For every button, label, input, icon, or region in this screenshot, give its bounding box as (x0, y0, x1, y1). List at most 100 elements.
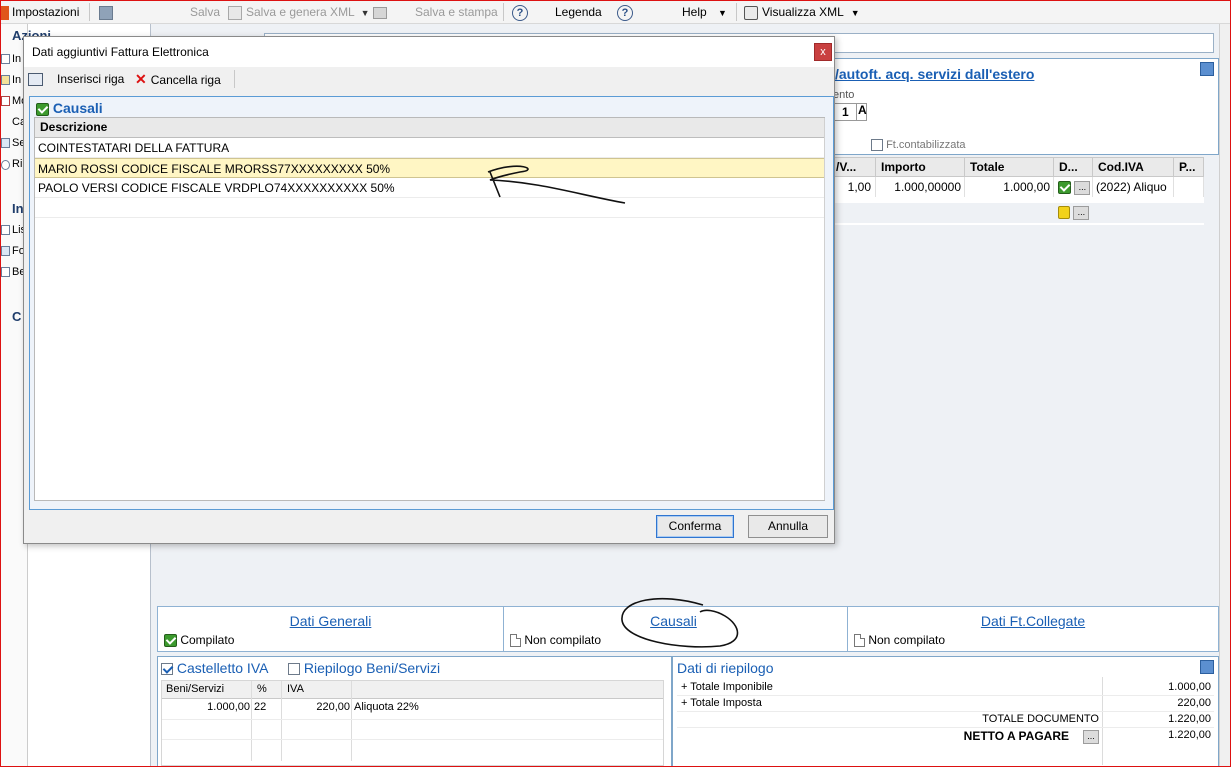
document-icon (854, 634, 865, 648)
row-divider (162, 739, 663, 740)
column-divider (351, 681, 352, 761)
column-header[interactable]: P... (1173, 157, 1204, 177)
causali-heading: Causali (36, 100, 103, 116)
tab-dati-ft-collegate[interactable]: Dati Ft.Collegate Non compilato (847, 606, 1219, 652)
tab-causali[interactable]: Causali Non compilato (503, 606, 848, 652)
riepilogo-beni-tab[interactable]: Riepilogo Beni/Servizi (288, 660, 440, 676)
column-header[interactable]: D... (1053, 157, 1093, 177)
iva-cell: 220,00 (316, 701, 350, 713)
causale-row[interactable]: PAOLO VERSI CODICE FISCALE VRDPLO74XXXXX… (35, 178, 824, 198)
conferma-button[interactable]: Conferma (656, 515, 734, 538)
salva-button[interactable]: Salva (190, 0, 220, 24)
impostazioni-label: Impostazioni (12, 5, 80, 19)
main-toolbar: Impostazioni Salva Salva e genera XML ▼ … (0, 0, 1231, 24)
beni-cell: 1.000,00 (207, 701, 250, 713)
visualizza-xml-button[interactable]: Visualizza XML ▼ (744, 0, 860, 24)
ft-contabilizzata[interactable]: Ft.contabilizzata (871, 139, 966, 152)
castelletto-checkbox[interactable] (161, 663, 173, 676)
totale-imposta-value: 220,00 (1177, 697, 1211, 709)
column-header[interactable]: Cod.IVA (1092, 157, 1174, 177)
dialog-title: Dati aggiuntivi Fattura Elettronica (32, 45, 209, 59)
annulla-button[interactable]: Annulla (748, 515, 828, 538)
help-question-icon[interactable]: ? (617, 0, 633, 24)
column-header[interactable]: Totale (964, 157, 1054, 177)
nav-item-icon (1, 138, 10, 148)
castelletto-iva-box: Castelletto IVA Riepilogo Beni/Servizi B… (157, 656, 672, 767)
close-button[interactable]: x (814, 43, 832, 61)
chevron-down-icon[interactable]: ▼ (361, 8, 370, 18)
totale-documento-value: 1.220,00 (1168, 713, 1211, 725)
chevron-down-icon: ▼ (850, 8, 860, 18)
netto-details-button[interactable]: ... (1083, 729, 1099, 744)
delete-x-icon: ✕ (135, 71, 147, 87)
details-button[interactable]: ... (1073, 205, 1090, 220)
tab-causali-link[interactable]: Causali (502, 613, 845, 629)
help-button[interactable]: Help ▼ (682, 0, 727, 24)
ft-contabilizzata-label: Ft.contabilizzata (886, 139, 966, 151)
p-cell[interactable] (1173, 177, 1204, 197)
visualizza-xml-label: Visualizza XML (762, 5, 844, 19)
column-header[interactable]: /V... (830, 157, 876, 177)
tab-status-label: Compilato (180, 633, 235, 647)
dialog-titlebar[interactable]: Dati aggiuntivi Fattura Elettronica x (24, 37, 834, 67)
netto-details[interactable]: ... (1083, 729, 1099, 744)
tab-status-label: Non compilato (868, 633, 946, 647)
column-header[interactable]: Importo (875, 157, 965, 177)
causali-title: Causali (52, 100, 103, 116)
cancella-riga-button[interactable]: ✕ Cancella riga (135, 67, 221, 91)
numbering-field[interactable]: 1 A (833, 103, 867, 121)
inserisci-riga-button[interactable]: Inserisci riga (28, 67, 124, 91)
nav-item-icon (1, 75, 10, 85)
descrizione-column-header[interactable]: Descrizione (35, 118, 824, 138)
row-divider (677, 711, 1214, 712)
impostazioni-button[interactable]: Impostazioni (0, 0, 79, 24)
nav-heading: In (12, 201, 24, 216)
details-button[interactable]: ... (1074, 180, 1091, 195)
tab-dati-ft-collegate-link[interactable]: Dati Ft.Collegate (848, 613, 1218, 629)
causale-row-selected[interactable]: MARIO ROSSI CODICE FISCALE MRORSS77XXXXX… (35, 158, 824, 178)
document-type-link[interactable]: /autoft. acq. servizi dall'estero (835, 66, 1034, 82)
column-header[interactable]: IVA (287, 683, 304, 695)
causale-row-empty[interactable] (35, 198, 824, 218)
totale-cell[interactable]: 1.000,00 (964, 177, 1054, 197)
qty-cell[interactable]: 1,00 (830, 177, 876, 197)
castelletto-grid: Beni/Servizi % IVA 1.000,00 22 220,00 Al… (161, 680, 664, 766)
vertical-scrollbar[interactable] (1219, 24, 1231, 767)
tab-dati-generali-link[interactable]: Dati Generali (158, 613, 503, 629)
cod-iva-cell[interactable]: (2022) Aliquo (1092, 177, 1174, 197)
tab-status: Compilato (164, 633, 235, 648)
riepilogo-heading: Dati di riepilogo (677, 660, 774, 676)
details-cell[interactable]: ... (1053, 177, 1093, 197)
collapse-icon[interactable] (1200, 660, 1214, 674)
insert-row-icon (28, 73, 43, 87)
column-divider (251, 681, 252, 761)
column-header[interactable]: % (257, 683, 267, 695)
totale-imponibile-value: 1.000,00 (1168, 681, 1211, 693)
causali-grid: Descrizione COINTESTATARI DELLA FATTURA … (34, 117, 825, 501)
magnifier-icon (744, 5, 758, 20)
help-label: Help (682, 5, 707, 19)
ft-contabilizzata-checkbox[interactable] (871, 139, 883, 152)
totale-documento-label: TOTALE DOCUMENTO (982, 713, 1099, 725)
causali-panel: Causali Descrizione COINTESTATARI DELLA … (29, 96, 834, 510)
save-disk-icon[interactable] (99, 0, 113, 24)
legenda-help-icon[interactable]: ? (512, 0, 528, 24)
new-row-details[interactable]: ... (1058, 205, 1090, 220)
chevron-down-icon: ▼ (718, 8, 727, 18)
castelletto-tab[interactable]: Castelletto IVA (161, 660, 268, 676)
move-icon[interactable] (373, 0, 387, 24)
row-divider (677, 727, 1214, 728)
inserisci-riga-label: Inserisci riga (57, 72, 125, 86)
dati-aggiuntivi-dialog: Dati aggiuntivi Fattura Elettronica x In… (23, 36, 835, 544)
new-row[interactable] (830, 203, 1204, 223)
collapse-icon[interactable] (1200, 62, 1214, 76)
riepilogo-checkbox[interactable] (288, 663, 300, 676)
importo-cell[interactable]: 1.000,00000 (875, 177, 965, 197)
salva-stampa-button[interactable]: Salva e stampa (415, 0, 498, 24)
causale-row[interactable]: COINTESTATARI DELLA FATTURA (35, 138, 824, 158)
salva-genera-xml-button[interactable]: Salva e genera XML ▼ (228, 0, 370, 24)
check-icon (36, 102, 49, 116)
legenda-button[interactable]: Legenda (555, 0, 602, 24)
column-header[interactable]: Beni/Servizi (166, 683, 224, 695)
tab-dati-generali[interactable]: Dati Generali Compilato (157, 606, 504, 652)
